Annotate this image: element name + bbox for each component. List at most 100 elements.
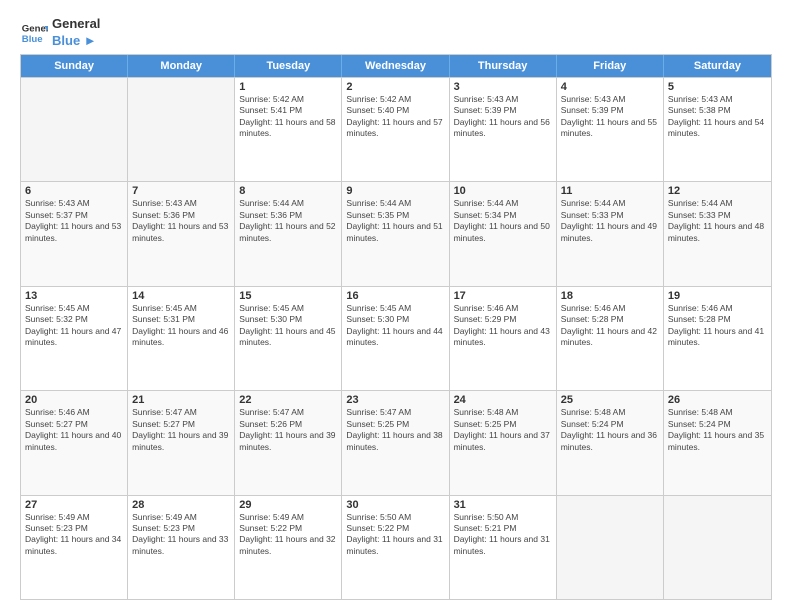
empty-cell xyxy=(21,78,128,181)
cell-details: Sunrise: 5:47 AMSunset: 5:27 PMDaylight:… xyxy=(132,407,230,453)
day-number: 11 xyxy=(561,185,659,197)
day-cell-13: 13Sunrise: 5:45 AMSunset: 5:32 PMDayligh… xyxy=(21,287,128,390)
cell-details: Sunrise: 5:46 AMSunset: 5:27 PMDaylight:… xyxy=(25,407,123,453)
day-cell-4: 4Sunrise: 5:43 AMSunset: 5:39 PMDaylight… xyxy=(557,78,664,181)
day-cell-22: 22Sunrise: 5:47 AMSunset: 5:26 PMDayligh… xyxy=(235,391,342,494)
day-cell-30: 30Sunrise: 5:50 AMSunset: 5:22 PMDayligh… xyxy=(342,496,449,599)
cell-details: Sunrise: 5:42 AMSunset: 5:41 PMDaylight:… xyxy=(239,94,337,140)
header-day-tuesday: Tuesday xyxy=(235,55,342,77)
calendar-row-1: 6Sunrise: 5:43 AMSunset: 5:37 PMDaylight… xyxy=(21,181,771,285)
cell-details: Sunrise: 5:45 AMSunset: 5:30 PMDaylight:… xyxy=(346,303,444,349)
logo: General Blue General Blue ► xyxy=(20,16,100,50)
cell-details: Sunrise: 5:45 AMSunset: 5:30 PMDaylight:… xyxy=(239,303,337,349)
day-number: 12 xyxy=(668,185,767,197)
day-cell-19: 19Sunrise: 5:46 AMSunset: 5:28 PMDayligh… xyxy=(664,287,771,390)
day-number: 2 xyxy=(346,81,444,93)
day-cell-24: 24Sunrise: 5:48 AMSunset: 5:25 PMDayligh… xyxy=(450,391,557,494)
cell-details: Sunrise: 5:46 AMSunset: 5:28 PMDaylight:… xyxy=(561,303,659,349)
day-cell-14: 14Sunrise: 5:45 AMSunset: 5:31 PMDayligh… xyxy=(128,287,235,390)
day-cell-26: 26Sunrise: 5:48 AMSunset: 5:24 PMDayligh… xyxy=(664,391,771,494)
header-day-wednesday: Wednesday xyxy=(342,55,449,77)
page: General Blue General Blue ► SundayMonday… xyxy=(0,0,792,612)
day-number: 19 xyxy=(668,290,767,302)
day-number: 1 xyxy=(239,81,337,93)
header-day-saturday: Saturday xyxy=(664,55,771,77)
day-number: 22 xyxy=(239,394,337,406)
cell-details: Sunrise: 5:50 AMSunset: 5:21 PMDaylight:… xyxy=(454,512,552,558)
calendar-row-0: 1Sunrise: 5:42 AMSunset: 5:41 PMDaylight… xyxy=(21,77,771,181)
day-number: 8 xyxy=(239,185,337,197)
day-cell-11: 11Sunrise: 5:44 AMSunset: 5:33 PMDayligh… xyxy=(557,182,664,285)
cell-details: Sunrise: 5:44 AMSunset: 5:34 PMDaylight:… xyxy=(454,198,552,244)
header: General Blue General Blue ► xyxy=(20,16,772,50)
logo-general: General xyxy=(52,16,100,33)
cell-details: Sunrise: 5:44 AMSunset: 5:35 PMDaylight:… xyxy=(346,198,444,244)
header-day-friday: Friday xyxy=(557,55,664,77)
cell-details: Sunrise: 5:43 AMSunset: 5:36 PMDaylight:… xyxy=(132,198,230,244)
empty-cell xyxy=(128,78,235,181)
day-number: 23 xyxy=(346,394,444,406)
day-cell-6: 6Sunrise: 5:43 AMSunset: 5:37 PMDaylight… xyxy=(21,182,128,285)
empty-cell xyxy=(557,496,664,599)
day-cell-10: 10Sunrise: 5:44 AMSunset: 5:34 PMDayligh… xyxy=(450,182,557,285)
day-cell-8: 8Sunrise: 5:44 AMSunset: 5:36 PMDaylight… xyxy=(235,182,342,285)
day-number: 10 xyxy=(454,185,552,197)
calendar: SundayMondayTuesdayWednesdayThursdayFrid… xyxy=(20,54,772,600)
svg-text:General: General xyxy=(22,23,48,34)
day-number: 20 xyxy=(25,394,123,406)
cell-details: Sunrise: 5:43 AMSunset: 5:38 PMDaylight:… xyxy=(668,94,767,140)
calendar-body: 1Sunrise: 5:42 AMSunset: 5:41 PMDaylight… xyxy=(21,77,771,599)
day-number: 7 xyxy=(132,185,230,197)
day-number: 6 xyxy=(25,185,123,197)
day-cell-17: 17Sunrise: 5:46 AMSunset: 5:29 PMDayligh… xyxy=(450,287,557,390)
day-number: 13 xyxy=(25,290,123,302)
day-cell-5: 5Sunrise: 5:43 AMSunset: 5:38 PMDaylight… xyxy=(664,78,771,181)
day-number: 16 xyxy=(346,290,444,302)
cell-details: Sunrise: 5:43 AMSunset: 5:39 PMDaylight:… xyxy=(454,94,552,140)
cell-details: Sunrise: 5:48 AMSunset: 5:24 PMDaylight:… xyxy=(668,407,767,453)
cell-details: Sunrise: 5:45 AMSunset: 5:31 PMDaylight:… xyxy=(132,303,230,349)
calendar-header-row: SundayMondayTuesdayWednesdayThursdayFrid… xyxy=(21,55,771,77)
header-day-thursday: Thursday xyxy=(450,55,557,77)
day-cell-23: 23Sunrise: 5:47 AMSunset: 5:25 PMDayligh… xyxy=(342,391,449,494)
day-number: 4 xyxy=(561,81,659,93)
logo-blue: Blue ► xyxy=(52,33,100,50)
cell-details: Sunrise: 5:46 AMSunset: 5:29 PMDaylight:… xyxy=(454,303,552,349)
day-cell-7: 7Sunrise: 5:43 AMSunset: 5:36 PMDaylight… xyxy=(128,182,235,285)
day-number: 5 xyxy=(668,81,767,93)
day-cell-9: 9Sunrise: 5:44 AMSunset: 5:35 PMDaylight… xyxy=(342,182,449,285)
cell-details: Sunrise: 5:50 AMSunset: 5:22 PMDaylight:… xyxy=(346,512,444,558)
day-number: 27 xyxy=(25,499,123,511)
day-cell-20: 20Sunrise: 5:46 AMSunset: 5:27 PMDayligh… xyxy=(21,391,128,494)
day-cell-2: 2Sunrise: 5:42 AMSunset: 5:40 PMDaylight… xyxy=(342,78,449,181)
day-number: 26 xyxy=(668,394,767,406)
cell-details: Sunrise: 5:49 AMSunset: 5:23 PMDaylight:… xyxy=(132,512,230,558)
cell-details: Sunrise: 5:42 AMSunset: 5:40 PMDaylight:… xyxy=(346,94,444,140)
day-cell-3: 3Sunrise: 5:43 AMSunset: 5:39 PMDaylight… xyxy=(450,78,557,181)
day-number: 25 xyxy=(561,394,659,406)
day-number: 18 xyxy=(561,290,659,302)
cell-details: Sunrise: 5:49 AMSunset: 5:23 PMDaylight:… xyxy=(25,512,123,558)
day-number: 21 xyxy=(132,394,230,406)
day-cell-12: 12Sunrise: 5:44 AMSunset: 5:33 PMDayligh… xyxy=(664,182,771,285)
cell-details: Sunrise: 5:46 AMSunset: 5:28 PMDaylight:… xyxy=(668,303,767,349)
day-cell-18: 18Sunrise: 5:46 AMSunset: 5:28 PMDayligh… xyxy=(557,287,664,390)
cell-details: Sunrise: 5:47 AMSunset: 5:26 PMDaylight:… xyxy=(239,407,337,453)
svg-text:Blue: Blue xyxy=(22,34,43,45)
header-day-sunday: Sunday xyxy=(21,55,128,77)
cell-details: Sunrise: 5:47 AMSunset: 5:25 PMDaylight:… xyxy=(346,407,444,453)
day-cell-1: 1Sunrise: 5:42 AMSunset: 5:41 PMDaylight… xyxy=(235,78,342,181)
cell-details: Sunrise: 5:49 AMSunset: 5:22 PMDaylight:… xyxy=(239,512,337,558)
day-number: 29 xyxy=(239,499,337,511)
header-day-monday: Monday xyxy=(128,55,235,77)
day-number: 9 xyxy=(346,185,444,197)
day-number: 24 xyxy=(454,394,552,406)
day-number: 17 xyxy=(454,290,552,302)
day-cell-21: 21Sunrise: 5:47 AMSunset: 5:27 PMDayligh… xyxy=(128,391,235,494)
calendar-row-2: 13Sunrise: 5:45 AMSunset: 5:32 PMDayligh… xyxy=(21,286,771,390)
day-cell-31: 31Sunrise: 5:50 AMSunset: 5:21 PMDayligh… xyxy=(450,496,557,599)
cell-details: Sunrise: 5:44 AMSunset: 5:36 PMDaylight:… xyxy=(239,198,337,244)
day-number: 30 xyxy=(346,499,444,511)
day-number: 28 xyxy=(132,499,230,511)
cell-details: Sunrise: 5:48 AMSunset: 5:25 PMDaylight:… xyxy=(454,407,552,453)
